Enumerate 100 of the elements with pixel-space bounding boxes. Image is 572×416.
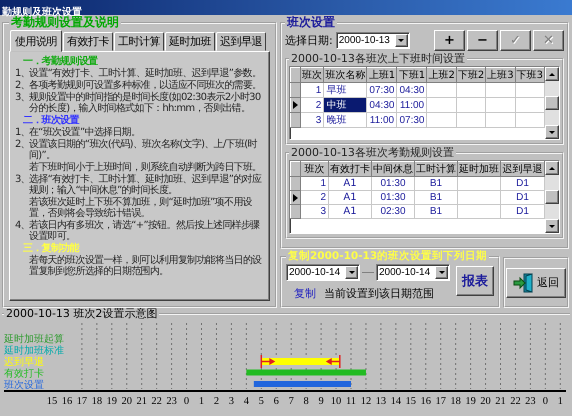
tab[interactable]: 迟到早退 [216, 32, 266, 52]
section-heading: 三．复制功能 [23, 243, 80, 254]
column-header: 迟到早退 [500, 162, 544, 177]
grid-caption: 2000-10-13各班次考勤规则设置 [290, 147, 455, 160]
description-text: 当前设置到该日期范围 [324, 286, 434, 302]
list-number: 2、 [15, 80, 29, 92]
table-cell[interactable]: 晚班 [324, 112, 367, 128]
column-header: 中间休息 [372, 162, 414, 177]
table-cell[interactable]: 3 [300, 112, 324, 128]
date-select[interactable]: 2000-10-14 [376, 264, 450, 282]
table-cell[interactable]: 07:30 [366, 82, 397, 98]
table-cell[interactable]: 07:30 [396, 112, 427, 128]
scrollbar[interactable] [545, 161, 559, 234]
table-cell[interactable]: 1 [300, 176, 328, 191]
list-number: 3、 [15, 174, 29, 186]
instruction-text: 在“班次设置”中选择日期。 [29, 127, 140, 138]
axis-tick-label: 22 [510, 396, 521, 408]
door-exit-icon [513, 272, 535, 292]
axis-tick-label: 15 [406, 396, 416, 408]
table-cell[interactable]: 11:00 [366, 112, 397, 128]
axis-tick-label: 9 [318, 396, 324, 408]
axis-tick-label: 16 [62, 396, 72, 408]
axis-tick-label: 8 [304, 396, 309, 408]
table-cell[interactable]: 11:00 [396, 98, 427, 113]
date-select[interactable]: 2000-10-14 [286, 264, 360, 282]
instruction-text: 设置“有效打卡、工时计算、延时加班、迟到早退”参数。 [29, 68, 262, 80]
axis-tick-label: 1 [198, 396, 204, 408]
table-cell[interactable]: 1 [300, 82, 324, 98]
scroll-down-button[interactable] [545, 219, 559, 234]
axis-tick-label: 21 [136, 396, 147, 408]
scrollbar[interactable] [545, 67, 559, 140]
axis-tick-label: 21 [495, 396, 506, 408]
table-cell[interactable]: 01:30 [372, 190, 414, 205]
legend-label: 延时加班标准 [4, 346, 64, 357]
group-title: 复制2000-10-13的班次设置到下列日期 [287, 251, 488, 263]
tab[interactable]: 有效打卡 [63, 32, 113, 52]
axis-tick-label: 5 [258, 396, 264, 408]
up-arrow-icon[interactable] [548, 70, 556, 78]
scroll-thumb[interactable] [545, 96, 559, 110]
section-heading: 二．班次设置 [23, 115, 80, 126]
row-selector[interactable] [290, 98, 300, 113]
list-number: 2、 [15, 139, 29, 150]
toolbar-button[interactable]: + [434, 30, 465, 51]
table-cell[interactable]: B1 [414, 190, 458, 205]
table-cell[interactable]: A1 [328, 190, 372, 205]
scroll-up-button[interactable] [545, 161, 559, 176]
down-arrow-icon[interactable] [548, 222, 556, 230]
axis-tick-label: 23 [525, 396, 536, 408]
chart-title: 2000-10-13 班次2设置示意图 [5, 308, 158, 320]
tab[interactable]: 延时加班 [165, 32, 215, 52]
table-cell[interactable]: 2 [300, 190, 328, 205]
back-button[interactable]: 返回 [506, 268, 566, 298]
table-cell[interactable]: 02:30 [372, 204, 414, 219]
axis-tick-label: 18 [92, 396, 102, 408]
axis-tick-label: 20 [480, 396, 491, 408]
axis-tick-label: 0 [542, 396, 548, 408]
table-cell[interactable]: 01:30 [372, 176, 414, 191]
column-header: 上班2 [426, 68, 456, 83]
axis-tick-label: 15 [46, 396, 58, 408]
table-cell[interactable]: 04:30 [396, 82, 427, 98]
axis-tick-label: 19 [465, 396, 476, 408]
scroll-up-button[interactable] [545, 67, 559, 82]
toolbar-button[interactable]: − [467, 30, 498, 51]
table-cell[interactable]: 3 [300, 204, 328, 219]
axis-tick-label: 7 [288, 396, 294, 408]
caret-icon[interactable] [397, 36, 406, 44]
legend-label: 延时加班起算 [4, 334, 64, 346]
row-selector[interactable] [290, 190, 300, 205]
axis-tick-label: 16 [420, 396, 431, 408]
date-select[interactable]: 2000-10-13 [336, 32, 410, 49]
column-header: 上班3 [486, 68, 516, 83]
table-cell[interactable]: 04:30 [366, 98, 397, 113]
scroll-thumb[interactable] [545, 190, 559, 204]
table-cell[interactable]: A1 [328, 176, 372, 191]
instruction-text: 若该日内有多班次，请选“+”按钮。然后按上述同样步骤设置即可。 [29, 220, 261, 242]
axis-tick-label: 17 [76, 396, 88, 408]
scroll-down-button[interactable] [545, 125, 559, 140]
up-arrow-icon[interactable] [548, 164, 556, 172]
down-arrow-icon[interactable] [548, 128, 556, 136]
copy-link[interactable]: 复制 [286, 286, 316, 302]
tab[interactable]: 使用说明 [10, 30, 62, 52]
table-cell[interactable]: 中班 [324, 98, 367, 113]
legend-label: 班次设置 [4, 380, 44, 392]
report-button[interactable]: 报表 [456, 266, 494, 296]
axis-tick-label: 6 [274, 396, 279, 408]
table-cell[interactable]: B1 [414, 176, 458, 191]
axis-tick-label: 13 [376, 396, 386, 408]
column-header: 下班2 [456, 68, 486, 83]
legend-label: 有效打卡 [4, 368, 44, 380]
section-heading: 一．考勤规则设置 [23, 56, 99, 68]
group-title: 考勤规则设置及说明 [11, 16, 120, 30]
tab[interactable]: 工时计算 [114, 32, 164, 52]
axis-tick-label: 14 [390, 396, 402, 408]
caret-icon[interactable] [348, 269, 356, 276]
column-header: 延时加班 [458, 162, 500, 177]
instruction-text: 选择“有效打卡、工时计算、延时加班、迟到早退”的对应规则；输入“中间休息”的时间长度。 [29, 174, 262, 196]
column-header: 下班3 [515, 68, 544, 83]
table-cell[interactable]: B1 [414, 204, 458, 219]
table-cell[interactable]: A1 [328, 204, 372, 219]
caret-icon[interactable] [438, 269, 446, 276]
